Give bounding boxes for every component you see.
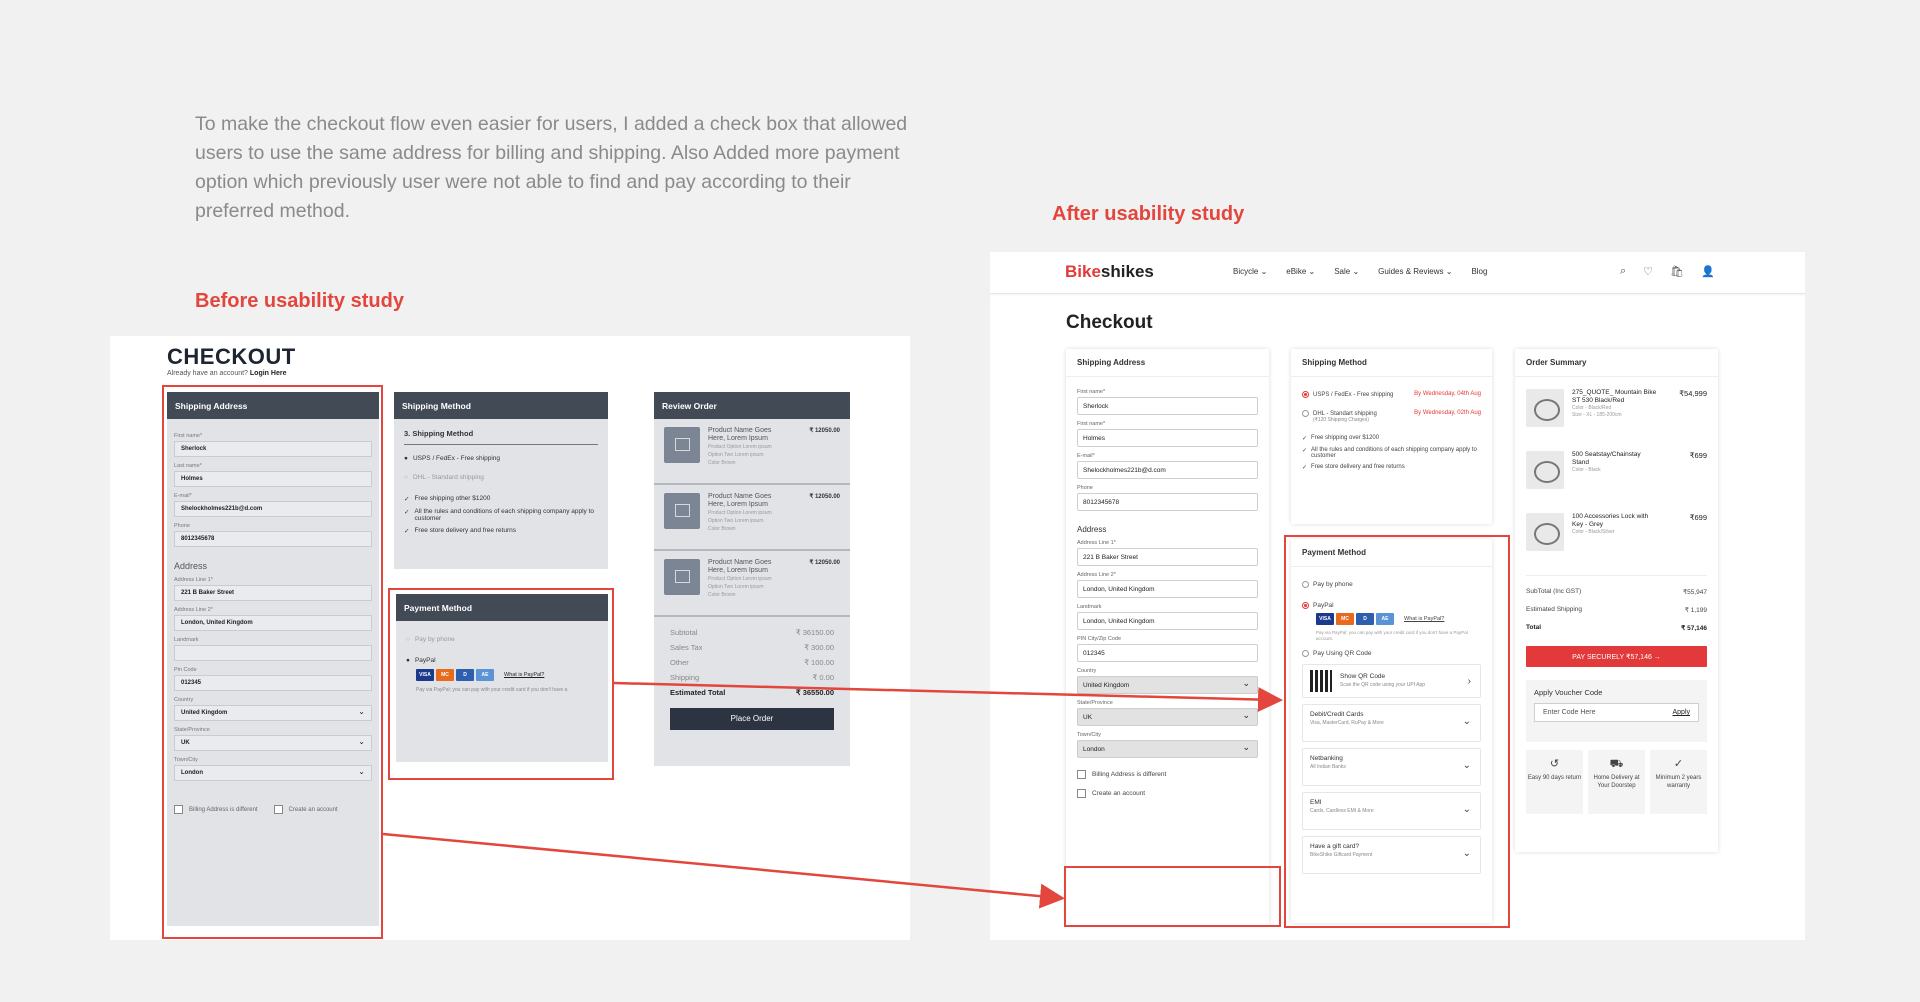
arrow-checkbox — [382, 832, 1065, 909]
comparison-arrows — [382, 681, 1283, 909]
arrow-payment — [613, 681, 1283, 712]
